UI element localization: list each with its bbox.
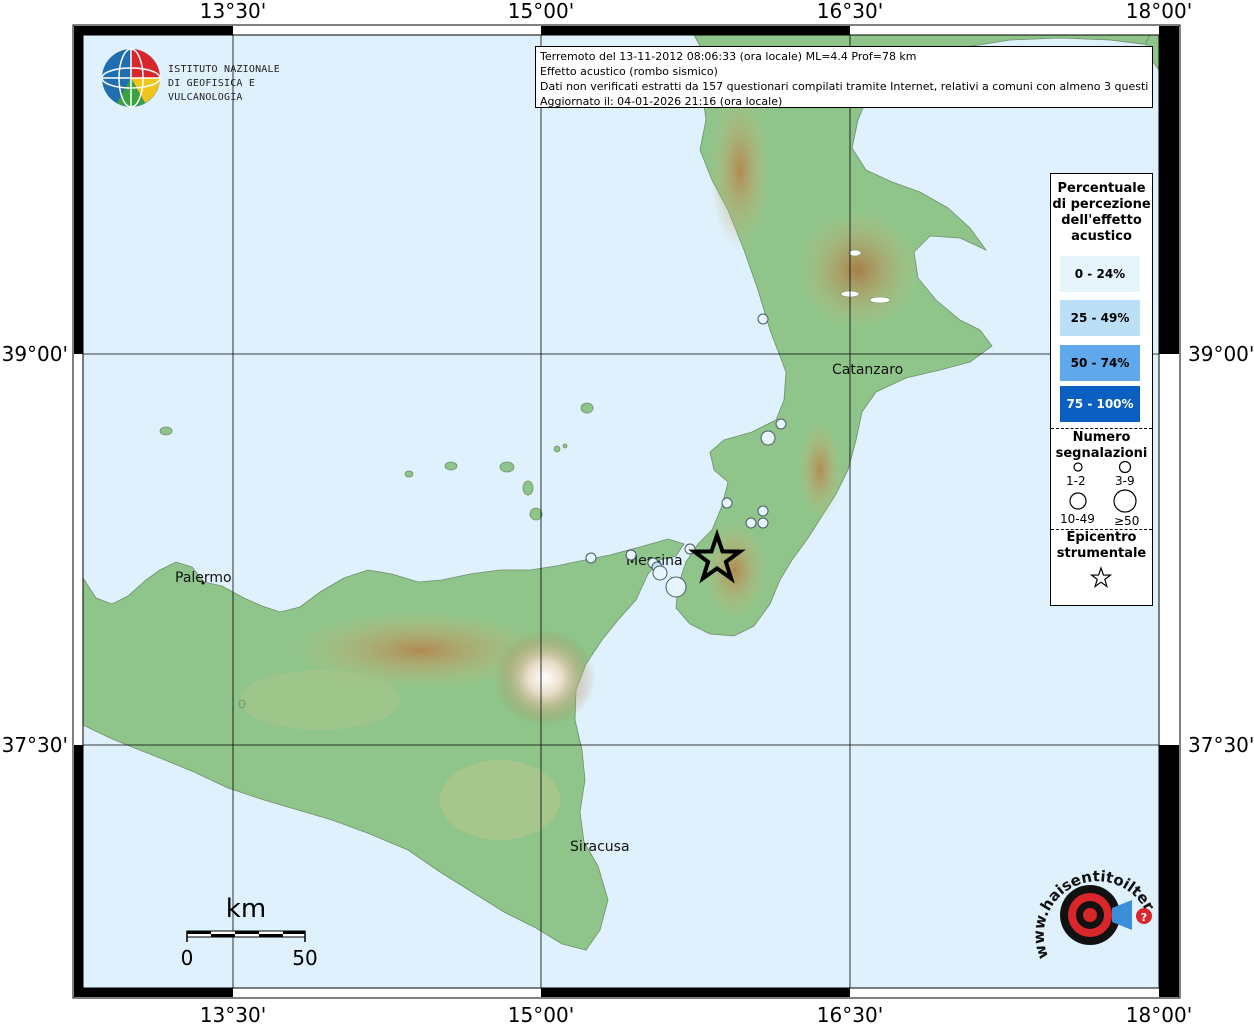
haisentito-logo: ? www.haisentitoilterremoto.it	[1022, 836, 1160, 980]
city-catanzaro: Catanzaro	[832, 362, 903, 378]
effect-type: Effetto acustico (rombo sismico)	[540, 65, 718, 78]
count-symbol-small	[1073, 462, 1083, 472]
sila-plateau	[796, 208, 920, 332]
report-point[interactable]	[775, 418, 787, 430]
count-label-2: 3-9	[1115, 474, 1135, 488]
count-label-4: ≥50	[1114, 514, 1140, 528]
city-siracusa: Siracusa	[570, 839, 630, 855]
report-point[interactable]	[652, 565, 668, 581]
catena-costiera	[710, 90, 770, 250]
lon-label-bottom-1: 13°30'	[200, 1003, 266, 1024]
count-symbols	[1069, 460, 1137, 513]
legend-class-3: 75 - 100%	[1060, 386, 1140, 422]
report-point[interactable]	[721, 497, 733, 509]
ingv-logo-line2: DI GEOFISICA E VULCANOLOGIA	[168, 78, 256, 103]
ingv-logo-line1: ISTITUTO NAZIONALE	[168, 64, 280, 75]
lat-label-right-2: 37°30'	[1188, 733, 1254, 757]
lon-label-top-3: 16°30'	[817, 0, 883, 23]
scale-max: 50	[292, 946, 317, 970]
count-symbol-large	[1069, 492, 1087, 510]
lon-label-top-1: 13°30'	[200, 0, 266, 23]
update-time: Aggiornato il: 04-01-2026 21:16 (ora loc…	[540, 95, 783, 108]
count-label-1: 1-2	[1066, 474, 1086, 488]
lake-ampollino	[869, 296, 891, 304]
lat-label-left-1: 39°00'	[2, 342, 68, 366]
lon-label-top-4: 18°00'	[1126, 0, 1192, 23]
ingv-logo: ISTITUTO NAZIONALE DI GEOFISICA E VULCAN…	[100, 47, 320, 109]
event-info-box: Terremoto del 13-11-2012 08:06:33 (ora l…	[535, 46, 1153, 108]
count-title-line: Numero	[1072, 430, 1131, 445]
epicenter-title: Epicentro strumentale	[1051, 530, 1152, 562]
data-note: Dati non verificati estratti da 157 ques…	[540, 80, 1148, 93]
epicenter-title-line: Epicentro	[1066, 530, 1137, 545]
lon-label-bottom-4: 18°00'	[1126, 1003, 1192, 1024]
globe-icon	[101, 48, 161, 108]
lake-arvo	[848, 249, 862, 257]
legend-class-label: 50 - 74%	[1070, 356, 1130, 370]
lon-label-top-2: 15°00'	[508, 0, 574, 23]
inland-hills	[240, 670, 400, 730]
legend-divider	[1051, 428, 1152, 429]
legend-title-line: acustico	[1071, 229, 1132, 244]
lon-label-bottom-2: 15°00'	[508, 1003, 574, 1024]
count-symbol-medium	[1118, 460, 1132, 474]
count-label-3: 10-49	[1060, 512, 1095, 526]
report-point[interactable]	[757, 517, 769, 529]
serre-calabresi	[798, 420, 842, 520]
report-point[interactable]	[585, 552, 597, 564]
report-point[interactable]	[757, 505, 769, 517]
legend-panel: Percentuale di percezione dell'effetto a…	[1050, 173, 1153, 606]
report-point[interactable]	[745, 517, 757, 529]
event-title: Terremoto del 13-11-2012 08:06:33 (ora l…	[540, 50, 917, 63]
legend-title-line: di percezione	[1052, 197, 1151, 212]
report-point[interactable]	[760, 430, 776, 446]
legend-class-0: 0 - 24%	[1060, 256, 1140, 292]
epicenter-title-line: strumentale	[1056, 546, 1147, 561]
report-point[interactable]	[625, 549, 637, 561]
lon-label-bottom-3: 16°30'	[817, 1003, 883, 1024]
report-point[interactable]	[665, 576, 687, 598]
legend-title-line: Percentuale	[1057, 181, 1146, 196]
count-symbol-xlarge	[1113, 489, 1137, 513]
city-palermo: Palermo	[175, 570, 232, 586]
legend-class-2: 50 - 74%	[1060, 345, 1140, 381]
legend-class-label: 25 - 49%	[1070, 311, 1130, 325]
lat-label-left-2: 37°30'	[2, 733, 68, 757]
report-point[interactable]	[757, 313, 769, 325]
svg-text:?: ?	[1141, 911, 1147, 924]
haisentito-icon: ? www.haisentitoilterremoto.it	[1022, 836, 1158, 961]
lat-label-right-1: 39°00'	[1188, 342, 1254, 366]
legend-title-line: dell'effetto	[1061, 213, 1142, 228]
etna-volcano	[495, 630, 595, 726]
legend-class-label: 75 - 100%	[1066, 397, 1134, 411]
legend-title: Percentuale di percezione dell'effetto a…	[1051, 181, 1152, 245]
epicenter-star-icon	[1089, 566, 1113, 589]
legend-class-1: 25 - 49%	[1060, 300, 1140, 336]
scale-unit: km	[226, 894, 266, 924]
scale-min: 0	[181, 946, 194, 970]
legend-class-label: 0 - 24%	[1074, 267, 1126, 281]
iblei-hills	[440, 760, 560, 840]
